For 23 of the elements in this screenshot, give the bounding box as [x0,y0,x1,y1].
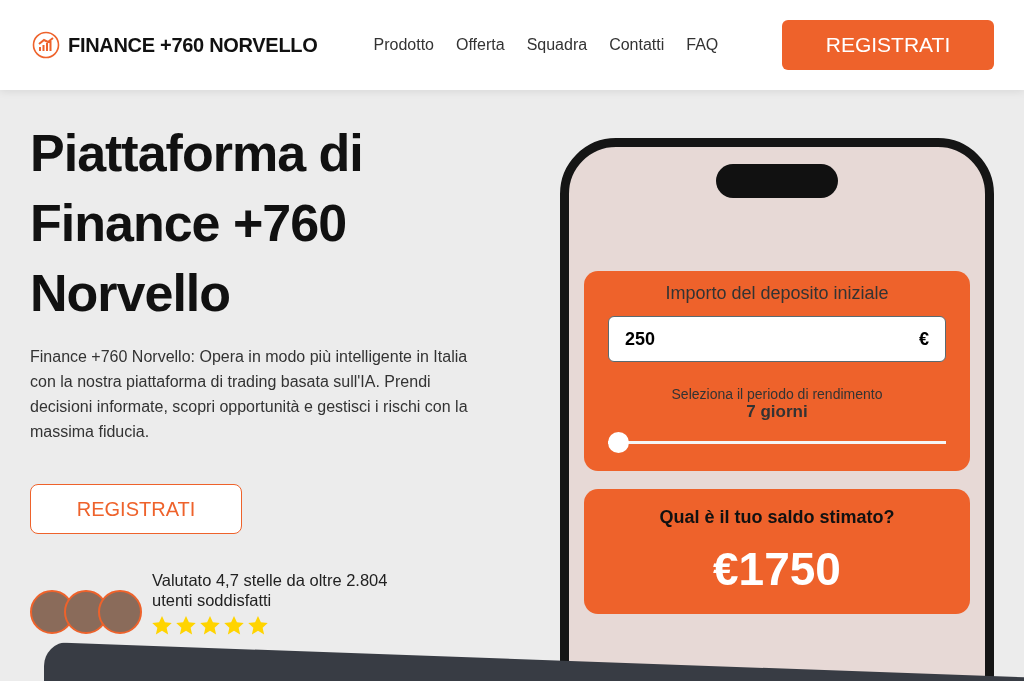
hero-title: Piattaforma di Finance +760 Norvello [30,123,364,324]
hero-description: Finance +760 Norvello: Opera in modo più intelligente in Italia con la nostra piattaforma di trading basata sull'IA. Prendi decisioni informate, scopri opportunità e gestisci i rischi con la massima fiducia. [30,347,469,442]
star-icon [224,616,244,635]
nav-link[interactable]: Contatti [609,36,665,54]
nav-link[interactable]: Prodotto [373,36,434,54]
period-label: Seleziona il periodo di rendimento [671,386,883,402]
result-value: €1750 [713,542,841,596]
avatar-circle [98,590,142,634]
star-icon [200,616,220,635]
nav-link[interactable]: Squadra [526,36,588,54]
chart-logo-icon [32,31,60,59]
nav-link[interactable]: FAQ [686,36,719,54]
nav-link[interactable]: Offerta [456,36,505,54]
period-value: 7 giorni [746,402,808,422]
deposit-input[interactable]: 250 € [608,316,946,362]
star-icon [176,616,196,635]
deposit-label: Importo del deposito iniziale [665,283,889,304]
star-icon [248,616,268,635]
brand-name: FINANCE +760 NORVELLO [68,33,318,57]
rating-text: Valutato 4,7 stelle da oltre 2.804 utenti soddisfatti [152,570,389,610]
result-question: Qual è il tuo saldo stimato? [659,507,895,528]
star-icon [152,616,172,635]
slider-thumb[interactable] [608,432,629,453]
